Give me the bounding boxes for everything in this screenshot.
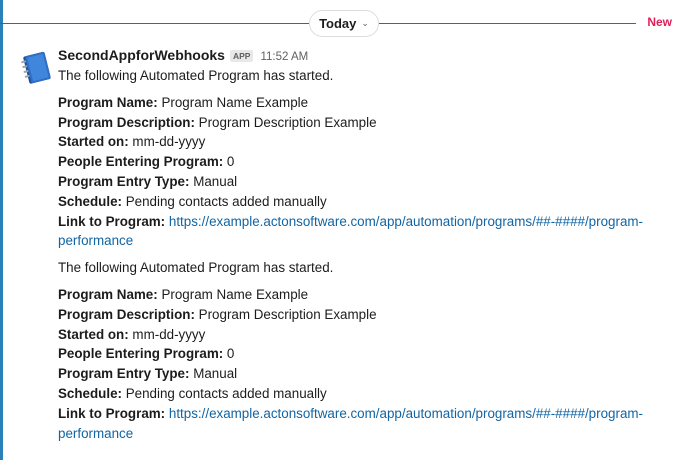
detail-value: Pending contacts added manually bbox=[125, 385, 327, 401]
detail-value: Program Name Example bbox=[161, 286, 309, 302]
detail-value: mm-dd-yyyy bbox=[132, 326, 206, 342]
link-text: performance bbox=[58, 233, 134, 249]
new-messages-divider: Today ⌄ New bbox=[0, 9, 680, 37]
app-avatar[interactable] bbox=[18, 50, 54, 86]
detail-line: People Entering Program: 0 bbox=[58, 344, 670, 364]
timestamp[interactable]: 11:52 AM bbox=[260, 51, 308, 63]
link-text: performance bbox=[58, 425, 134, 441]
detail-value: 0 bbox=[226, 346, 235, 362]
sender-name[interactable]: SecondAppforWebhooks bbox=[58, 47, 225, 63]
detail-line: People Entering Program: 0 bbox=[58, 152, 670, 172]
message-body: The following Automated Program has star… bbox=[58, 66, 670, 443]
post-intro: The following Automated Program has star… bbox=[58, 68, 334, 83]
detail-label: People Entering Program: bbox=[58, 346, 224, 362]
detail-label: Program Description: bbox=[58, 114, 195, 130]
day-jump-button[interactable]: Today ⌄ bbox=[309, 10, 379, 37]
detail-line: Program Entry Type: Manual bbox=[58, 172, 670, 192]
detail-line: Program Name: Program Name Example bbox=[58, 93, 670, 113]
program-details: Program Name: Program Name Example Progr… bbox=[58, 285, 670, 443]
detail-line: Schedule: Pending contacts added manuall… bbox=[58, 192, 670, 212]
message-highlight-bar bbox=[0, 0, 3, 460]
detail-label: Started on: bbox=[58, 326, 129, 342]
detail-value: Program Description Example bbox=[198, 306, 377, 322]
new-label: New bbox=[647, 15, 672, 29]
detail-value: 0 bbox=[226, 154, 235, 170]
blue-notebook-app-icon bbox=[21, 51, 51, 84]
detail-label: Link to Program: bbox=[58, 213, 166, 229]
program-details: Program Name: Program Name Example Progr… bbox=[58, 93, 670, 251]
chevron-down-icon: ⌄ bbox=[361, 18, 369, 28]
detail-line: Program Description: Program Description… bbox=[58, 113, 670, 133]
detail-label: Program Name: bbox=[58, 286, 158, 302]
detail-line: Started on: mm-dd-yyyy bbox=[58, 325, 670, 345]
detail-label: Started on: bbox=[58, 134, 129, 150]
detail-line: Program Name: Program Name Example bbox=[58, 285, 670, 305]
detail-label: Program Name: bbox=[58, 94, 158, 110]
detail-value: mm-dd-yyyy bbox=[132, 134, 206, 150]
detail-label: Program Entry Type: bbox=[58, 366, 190, 382]
detail-value: Manual bbox=[193, 173, 238, 189]
detail-value: Program Description Example bbox=[198, 114, 377, 130]
detail-label: Link to Program: bbox=[58, 405, 166, 421]
post-intro: The following Automated Program has star… bbox=[58, 260, 334, 276]
detail-value: Program Name Example bbox=[161, 94, 309, 110]
detail-label: Program Entry Type: bbox=[58, 173, 190, 189]
detail-value: Manual bbox=[193, 366, 238, 382]
detail-line: Link to Program: https://example.actonso… bbox=[58, 212, 670, 252]
detail-line: Program Description: Program Description… bbox=[58, 305, 670, 325]
message-header: SecondAppforWebhooks APP 11:52 AM bbox=[58, 47, 670, 65]
link-text: https://example.actonsoftware.com/app/au… bbox=[168, 405, 644, 421]
message: SecondAppforWebhooks APP 11:52 AM The fo… bbox=[58, 47, 670, 443]
app-badge: APP bbox=[229, 50, 254, 62]
detail-label: Program Description: bbox=[58, 306, 195, 322]
detail-value: Pending contacts added manually bbox=[125, 193, 327, 209]
detail-line: Started on: mm-dd-yyyy bbox=[58, 132, 670, 152]
detail-line: Link to Program: https://example.actonso… bbox=[58, 404, 670, 444]
day-label: Today bbox=[319, 16, 357, 31]
detail-label: Schedule: bbox=[58, 385, 122, 401]
detail-line: Schedule: Pending contacts added manuall… bbox=[58, 384, 670, 404]
link-text: https://example.actonsoftware.com/app/au… bbox=[168, 213, 644, 229]
detail-line: Program Entry Type: Manual bbox=[58, 364, 670, 384]
detail-label: Schedule: bbox=[58, 193, 122, 209]
detail-label: People Entering Program: bbox=[58, 154, 224, 170]
